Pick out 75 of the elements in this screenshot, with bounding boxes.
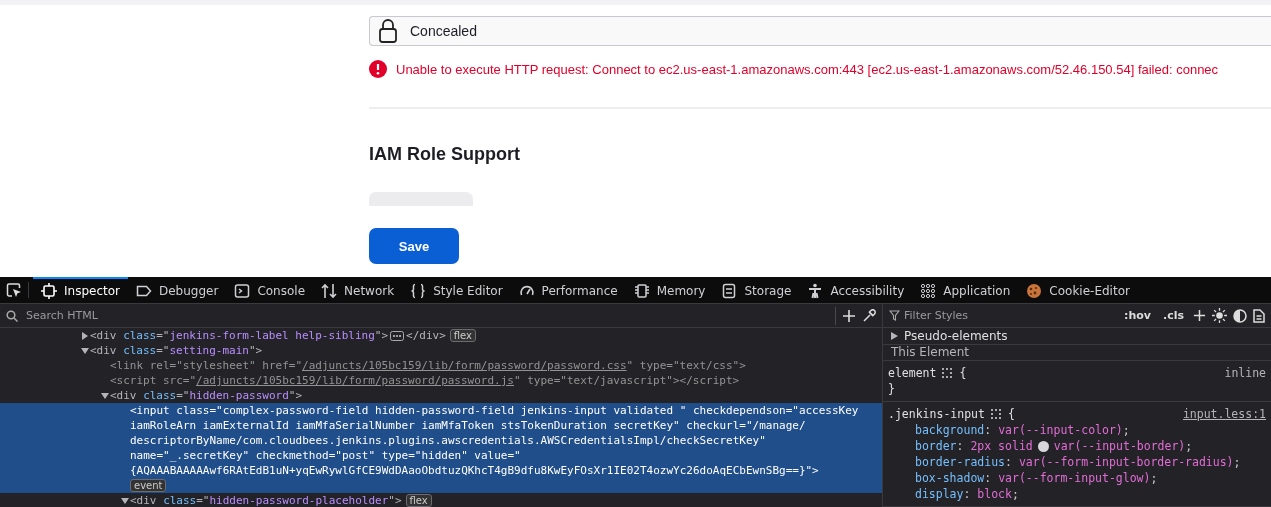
collapsed-content-icon[interactable] bbox=[390, 331, 405, 341]
tag-shape-icon bbox=[136, 283, 152, 299]
grid-icon[interactable] bbox=[942, 367, 954, 379]
color-swatch[interactable] bbox=[1037, 440, 1049, 452]
closing-brace: } bbox=[888, 382, 895, 396]
section-heading: IAM Role Support bbox=[369, 144, 521, 165]
class-toggle[interactable]: .cls bbox=[1159, 309, 1187, 322]
search-icon bbox=[6, 309, 18, 322]
devtools-tab[interactable]: Network bbox=[313, 277, 403, 303]
css-declaration[interactable]: background: var(--input-color); bbox=[915, 422, 1130, 438]
save-button[interactable]: Save bbox=[369, 228, 459, 264]
devtools-tab[interactable]: Memory bbox=[625, 277, 714, 303]
inspector-icon bbox=[41, 283, 57, 299]
devtools-tab[interactable]: Console bbox=[226, 277, 314, 303]
arrows-icon bbox=[321, 283, 338, 299]
devtools-tab[interactable]: Style Editor bbox=[402, 277, 511, 303]
pseudo-elements-toggle[interactable]: Pseudo-elements bbox=[904, 328, 1008, 343]
devtools-tab[interactable]: Debugger bbox=[128, 277, 227, 303]
css-declaration[interactable]: border-radius: var(--form-input-border-radius); bbox=[915, 454, 1241, 470]
css-value[interactable]: var(--input-border); bbox=[1053, 438, 1193, 454]
search-html-field[interactable]: Search HTML bbox=[24, 308, 829, 323]
devtools-tab[interactable]: Application bbox=[912, 277, 1019, 303]
add-icon[interactable] bbox=[842, 308, 856, 323]
filter-icon bbox=[889, 310, 900, 321]
contrast-icon[interactable] bbox=[1233, 308, 1247, 323]
person-icon bbox=[807, 283, 824, 299]
sun-icon[interactable] bbox=[1212, 308, 1227, 323]
document-icon[interactable] bbox=[1253, 308, 1265, 323]
devtools-tab[interactable]: Cookie-Editor bbox=[1018, 277, 1138, 303]
markup-line[interactable]: <div class="hidden-password-placeholder"> bbox=[130, 493, 402, 507]
markup-line[interactable]: <div class="setting-main"> bbox=[90, 343, 263, 358]
expand-arrow-icon[interactable] bbox=[81, 332, 89, 340]
devtools-tab[interactable]: Accessibility bbox=[799, 277, 913, 303]
css-declaration[interactable]: display: block; bbox=[915, 486, 1019, 502]
devtools-tab[interactable]: Inspector bbox=[33, 277, 128, 303]
markup-line[interactable]: <input class="complex-password-field hidden-password-field jenkins-input validated " checkdependson="accessKey iamRoleArn iamExternalId iamMfaSerialNumber iamMfaToken stsTokenDuration secretKey" checkurl="/manage/ descriptorByName/com.cloudbees.jenkins.plugins.awscredentials.AWSCredentialsImpl/checkSecretKey" name="_.secretKey" checkmethod="post" type="hidden" value="{AQAAABAAAAAwf6RAtEdB1uN+yqEwRywlGfCE9WdDAaoObdtuzQKhcT4gB9dfu8KwEyFOsXr1IE02T4ozwYc26doAqECbEwnSBg==}"> bbox=[130, 403, 882, 478]
console-icon bbox=[234, 283, 251, 299]
css-declaration[interactable]: border: 2px solid bbox=[915, 438, 1033, 454]
markup-line[interactable]: <link rel="stylesheet" href="/adjuncts/105bc159/lib/form/password/password.css" type="text/css"> bbox=[110, 358, 746, 373]
section-label: This Element bbox=[891, 345, 970, 360]
element-picker-icon[interactable] bbox=[6, 282, 22, 298]
expand-arrow-icon[interactable] bbox=[891, 331, 898, 340]
devtools-tab[interactable]: Performance bbox=[510, 277, 626, 303]
add-icon[interactable] bbox=[1193, 309, 1206, 322]
eyedropper-icon[interactable] bbox=[862, 308, 876, 323]
rule-source: inline bbox=[1224, 365, 1266, 381]
braces-icon bbox=[410, 283, 427, 299]
markup-line[interactable]: <script src="/adjuncts/105bc159/lib/form/password/password.js" type="text/javascript"></script> bbox=[110, 373, 740, 388]
error-message: Unable to execute HTTP request: Connect to ec2.us-east-1.amazonaws.com:443 [ec2.us-east-1.amazonaws.com/52.46.150.54] failed: connec bbox=[396, 61, 1219, 77]
markup-line[interactable]: <div class="hidden-password"> bbox=[110, 388, 303, 403]
opening-brace: { bbox=[1007, 406, 1015, 422]
css-declaration[interactable]: box-shadow: var(--form-input-glow); bbox=[915, 470, 1158, 486]
hover-state-toggle[interactable]: :hov bbox=[1121, 309, 1154, 322]
collapse-arrow-icon[interactable] bbox=[121, 497, 129, 505]
opening-brace: { bbox=[959, 365, 967, 381]
cookie-icon bbox=[1026, 283, 1043, 299]
filter-styles-field[interactable]: Filter Styles bbox=[904, 309, 969, 322]
markup-line[interactable]: <div class="jenkins-form-label help-sibling"> bbox=[90, 328, 389, 343]
markup-badge[interactable]: flex bbox=[449, 329, 476, 342]
rule-selector: .jenkins-input bbox=[888, 406, 985, 422]
grid-icon[interactable] bbox=[990, 408, 1002, 420]
devtools-tab[interactable]: Storage bbox=[713, 277, 800, 303]
rule-source-link[interactable]: input.less:1 bbox=[1182, 406, 1266, 422]
storage-icon bbox=[721, 283, 738, 299]
error-icon bbox=[369, 60, 387, 78]
grid-icon bbox=[920, 283, 937, 299]
markup-badge[interactable]: flex bbox=[405, 494, 432, 507]
collapse-arrow-icon[interactable] bbox=[81, 347, 89, 355]
collapse-arrow-icon[interactable] bbox=[101, 392, 109, 400]
markup-badge[interactable]: event bbox=[130, 479, 167, 492]
markup-line[interactable]: </div> bbox=[406, 328, 446, 343]
lock-icon bbox=[378, 18, 398, 44]
password-field[interactable]: Concealed bbox=[369, 16, 1271, 46]
rule-selector: element bbox=[888, 365, 937, 381]
chip-icon bbox=[633, 283, 650, 299]
